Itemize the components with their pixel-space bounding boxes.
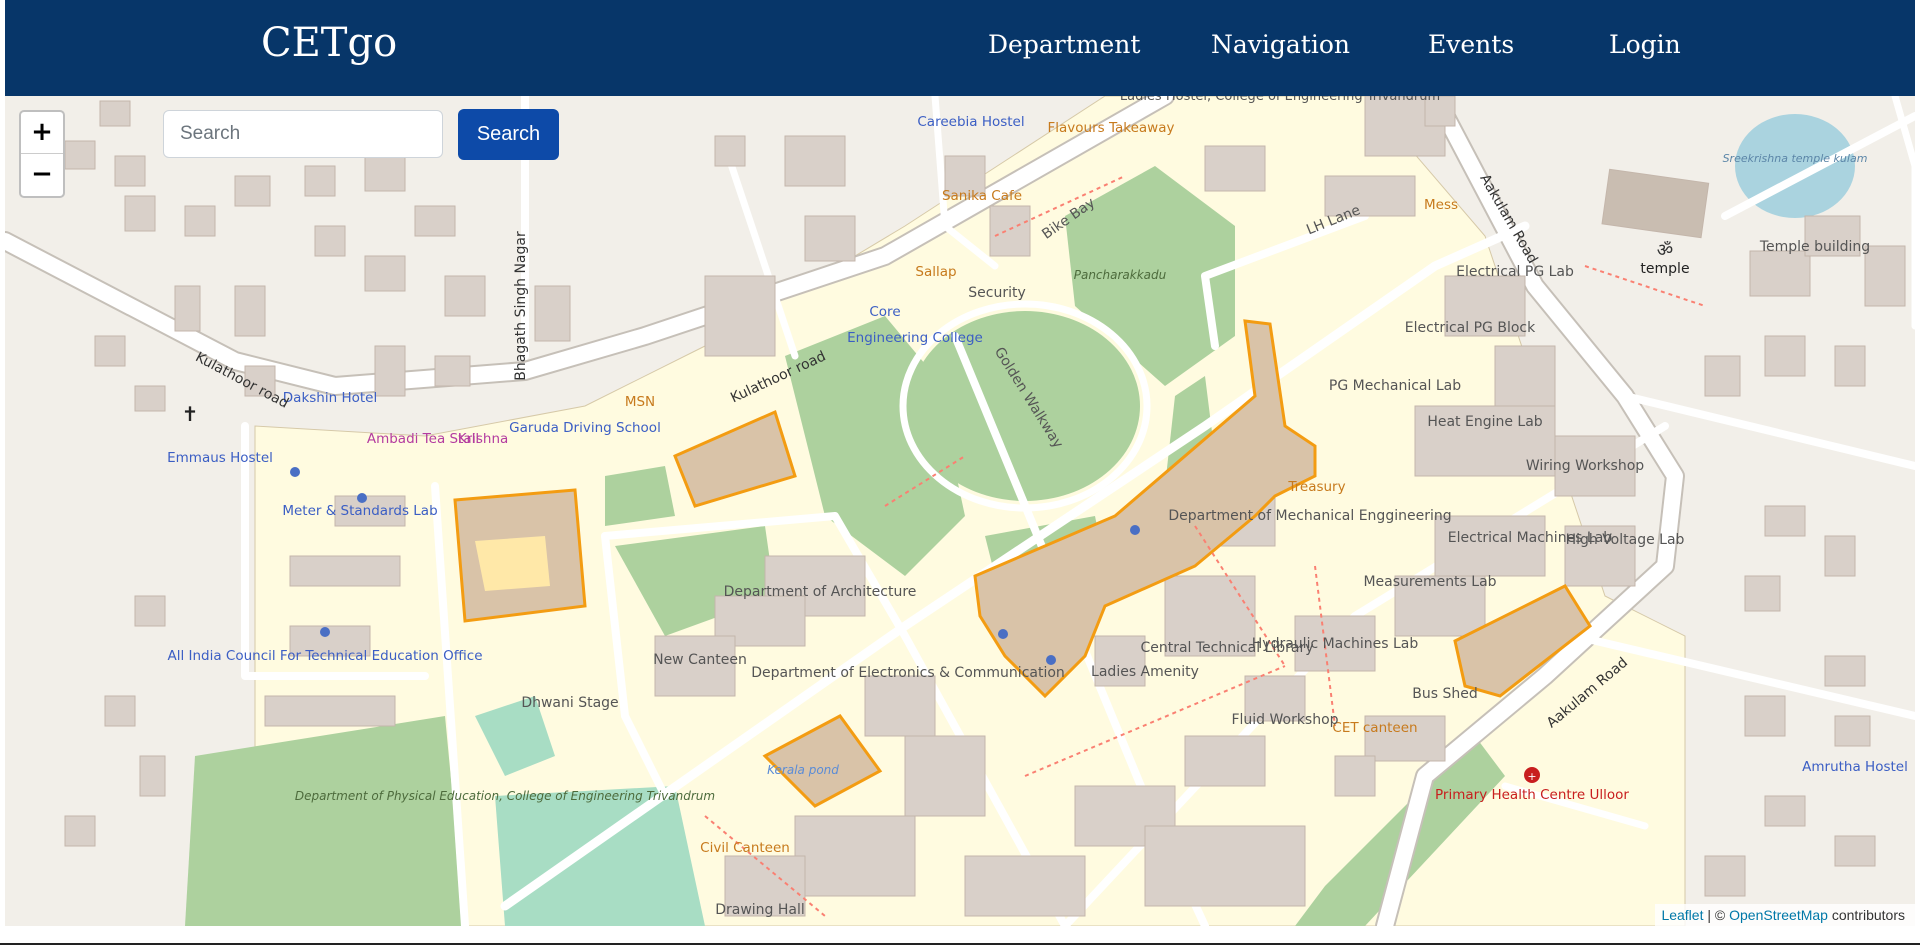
search-input[interactable] — [163, 110, 443, 158]
label-heat-engine-lab: Heat Engine Lab — [1427, 414, 1542, 430]
label-primary-health-centre: Primary Health Centre Ulloor — [1435, 787, 1629, 803]
svg-text:✝: ✝ — [182, 402, 199, 426]
park-small — [605, 466, 675, 526]
label-physical-education: Department of Physical Education, Colleg… — [295, 789, 715, 803]
label-new-canteen: New Canteen — [653, 652, 747, 668]
label-sallap: Sallap — [915, 264, 956, 280]
svg-text:+: + — [1527, 770, 1536, 783]
osm-link[interactable]: OpenStreetMap — [1729, 907, 1828, 923]
label-wiring-workshop: Wiring Workshop — [1526, 458, 1644, 474]
label-fluid-workshop: Fluid Workshop — [1231, 712, 1338, 728]
label-security: Security — [968, 285, 1026, 301]
label-flavours-takeaway: Flavours Takeaway — [1048, 120, 1175, 136]
label-temple: temple — [1640, 261, 1689, 277]
label-cet-canteen: CET canteen — [1332, 720, 1417, 736]
label-bhagath-singh-nagar: Bhagath Singh Nagar — [513, 231, 529, 381]
svg-text:ॐ: ॐ — [1657, 240, 1673, 261]
label-krishna: Krishna — [458, 431, 509, 447]
label-amrutha-hostel: Amrutha Hostel — [1802, 759, 1908, 775]
map-tiles[interactable]: + ॐ ✝ Careebia Hostel Dakshin Hotel Emma… — [5, 96, 1915, 926]
zoom-out-button[interactable]: − — [21, 154, 63, 195]
label-aicte-office: All India Council For Technical Educatio… — [167, 648, 482, 664]
label-pg-mechanical-lab: PG Mechanical Lab — [1329, 378, 1461, 394]
label-temple-building: Temple building — [1759, 239, 1870, 255]
label-garuda-driving-school: Garuda Driving School — [509, 420, 661, 436]
label-careebia-hostel: Careebia Hostel — [917, 114, 1024, 130]
label-civil-canteen: Civil Canteen — [700, 840, 790, 856]
label-electrical-pg-block: Electrical PG Block — [1405, 320, 1536, 336]
label-dept-mechanical: Department of Mechanical Enggineering — [1168, 508, 1451, 524]
water-green — [495, 786, 705, 926]
label-temple-kulam: Sreekrishna temple kulam — [1723, 152, 1868, 165]
label-core: Core — [869, 304, 900, 320]
nav-navigation[interactable]: Navigation — [1211, 30, 1350, 59]
nav-events[interactable]: Events — [1428, 30, 1514, 59]
search-button[interactable]: Search — [458, 109, 559, 160]
label-kerala-pond: Kerala pond — [767, 763, 839, 777]
label-electrical-pg-lab: Electrical PG Lab — [1456, 264, 1574, 280]
label-pancharakkadu: Pancharakkadu — [1074, 268, 1167, 282]
zoom-in-button[interactable]: + — [21, 112, 63, 154]
park-pe — [185, 716, 465, 926]
attribution-suffix: contributors — [1827, 907, 1905, 923]
label-emmaus-hostel: Emmaus Hostel — [167, 450, 273, 466]
attribution-separator: | © — [1703, 907, 1730, 923]
label-bus-shed: Bus Shed — [1412, 686, 1477, 702]
label-central-library: Central Technical Library — [1140, 640, 1313, 656]
label-dept-architecture: Department of Architecture — [724, 584, 917, 600]
label-mess: Mess — [1424, 197, 1458, 213]
map-attribution: Leaflet | © OpenStreetMap contributors — [1655, 904, 1915, 926]
label-dhwani-stage: Dhwani Stage — [521, 695, 618, 711]
brand-logo[interactable]: CETgo — [261, 20, 397, 66]
leaflet-link[interactable]: Leaflet — [1661, 907, 1703, 923]
label-meter-standards-lab: Meter & Standards Lab — [282, 503, 437, 519]
label-treasury: Treasury — [1287, 479, 1345, 495]
label-ladies-amenity: Ladies Amenity — [1091, 664, 1199, 680]
label-sanika-cafe: Sanika Cafe — [942, 188, 1022, 204]
nav-department[interactable]: Department — [988, 30, 1140, 59]
label-drawing-hall: Drawing Hall — [715, 902, 805, 918]
page-footer — [0, 926, 1920, 948]
label-engineering-college: Engineering College — [847, 330, 983, 346]
nav-login[interactable]: Login — [1609, 30, 1681, 59]
campus-map[interactable]: + ॐ ✝ Careebia Hostel Dakshin Hotel Emma… — [5, 96, 1915, 926]
label-msn: MSN — [625, 394, 655, 410]
label-measurements-lab: Measurements Lab — [1363, 574, 1496, 590]
label-electrical-machines-lab: Electrical Machines Lab — [1448, 530, 1613, 546]
zoom-control: + − — [19, 110, 65, 198]
label-dakshin-hotel: Dakshin Hotel — [283, 390, 377, 406]
top-navbar: CETgo Department Navigation Events Login — [5, 0, 1915, 96]
label-ladies-hostel: Ladies Hostel, College of Engineering Tr… — [1120, 96, 1440, 104]
label-dept-electronics: Department of Electronics & Communicatio… — [751, 665, 1065, 681]
